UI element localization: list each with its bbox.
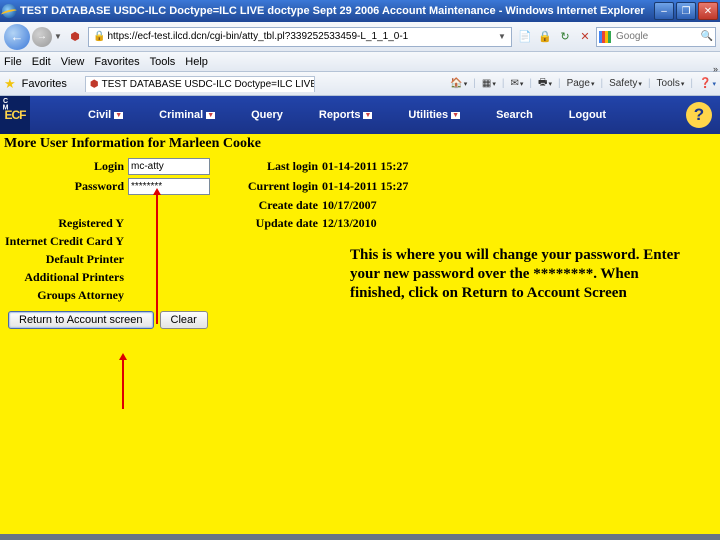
label-login: Login [0,159,128,174]
minimize-button[interactable]: – [654,2,674,20]
mail-button[interactable]: ✉▾ [510,78,523,89]
nav-query[interactable]: Query [233,109,301,121]
favorites-label[interactable]: Favorites [22,78,67,90]
label-groups: Groups Attorney [0,288,128,303]
ecf-header: CMECF Civil▼ Criminal▼ Query Reports▼ Ut… [0,96,720,134]
lock-icon: 🔒 [93,31,105,42]
nav-reports[interactable]: Reports▼ [301,109,391,121]
title-bar: TEST DATABASE USDC-ILC Doctype=ILC LIVE … [0,0,720,22]
address-dropdown[interactable]: ▼ [495,32,509,41]
feeds-button[interactable]: ▦▾ [482,78,496,89]
home-button[interactable]: 🏠▾ [450,78,467,89]
label-current-login: Current login [240,179,318,194]
window-title: TEST DATABASE USDC-ILC Doctype=ILC LIVE … [20,5,654,17]
refresh-button[interactable]: ↻ [556,28,574,46]
expand-icon[interactable]: » [713,64,718,74]
nav-history-dropdown[interactable]: ▼ [54,32,64,41]
password-input[interactable] [128,178,210,195]
value-create-date: 10/17/2007 [322,198,377,213]
label-create-date: Create date [240,198,318,213]
page-menu[interactable]: Page▾ [567,78,595,89]
menu-bar: File Edit View Favorites Tools Help [0,52,720,72]
return-button[interactable]: Return to Account screen [8,311,154,329]
label-additional-printers: Additional Printers [0,270,128,285]
label-default-printer: Default Printer [0,252,128,267]
help-button[interactable]: ❓▾ [699,78,716,89]
page-heading: More User Information for Marleen Cooke [0,134,720,154]
stop-button[interactable]: ✕ [576,28,594,46]
callout-text: This is where you will change your passw… [350,246,680,302]
search-input[interactable] [614,30,684,43]
ie-icon [2,4,16,18]
menu-tools[interactable]: Tools [150,56,176,68]
help-icon[interactable]: ? [686,102,712,128]
value-last-login: 01-14-2011 15:27 [322,159,408,174]
value-update-date: 12/13/2010 [322,216,377,231]
search-box[interactable]: 🔍 [596,27,716,47]
tab-title: TEST DATABASE USDC-ILC Doctype=ILC LIVE … [102,79,315,90]
label-update-date: Update date [240,216,318,231]
google-icon [599,31,611,43]
login-input[interactable] [128,158,210,175]
url-text: https://ecf-test.ilcd.dcn/cgi-bin/atty_t… [107,31,495,42]
menu-help[interactable]: Help [185,56,208,68]
nav-search[interactable]: Search [478,109,551,121]
address-bar[interactable]: 🔒 https://ecf-test.ilcd.dcn/cgi-bin/atty… [88,27,512,47]
arrow-annotation-return [122,359,124,409]
menu-view[interactable]: View [61,56,85,68]
tab-icon: ⬢ [90,79,99,90]
favorites-bar: » ★ Favorites ⬢ TEST DATABASE USDC-ILC D… [0,72,720,96]
menu-favorites[interactable]: Favorites [94,56,139,68]
security-lock-icon[interactable]: 🔒 [536,28,554,46]
nav-logout[interactable]: Logout [551,109,624,121]
value-current-login: 01-14-2011 15:27 [322,179,408,194]
content-area: More User Information for Marleen Cooke … [0,134,720,534]
nav-utilities[interactable]: Utilities▼ [390,109,478,121]
close-button[interactable]: ✕ [698,2,718,20]
back-button[interactable]: ← [4,24,30,50]
safety-menu[interactable]: Safety▾ [609,78,642,89]
nav-bar: ← → ▼ ⬢ 🔒 https://ecf-test.ilcd.dcn/cgi-… [0,22,720,52]
ecf-logo: CMECF [0,96,30,134]
label-icc: Internet Credit Card Y [0,234,128,249]
nav-civil[interactable]: Civil▼ [70,109,141,121]
arrow-annotation-password [156,194,158,324]
maximize-button[interactable]: ❐ [676,2,696,20]
forward-button[interactable]: → [32,27,52,47]
tools-menu[interactable]: Tools▾ [657,78,685,89]
nav-criminal[interactable]: Criminal▼ [141,109,233,121]
cert-icon[interactable]: ⬢ [66,28,84,46]
bottom-border [0,534,720,540]
compat-icon[interactable]: 📄 [516,28,534,46]
label-last-login: Last login [240,159,318,174]
favorites-star-icon[interactable]: ★ [4,76,16,92]
label-password: Password [0,179,128,194]
label-registered: Registered Y [0,216,128,231]
print-button[interactable]: 🖶▾ [538,75,552,92]
browser-tab[interactable]: ⬢ TEST DATABASE USDC-ILC Doctype=ILC LIV… [85,76,315,92]
menu-file[interactable]: File [4,56,22,68]
clear-button[interactable]: Clear [160,311,208,329]
menu-edit[interactable]: Edit [32,56,51,68]
